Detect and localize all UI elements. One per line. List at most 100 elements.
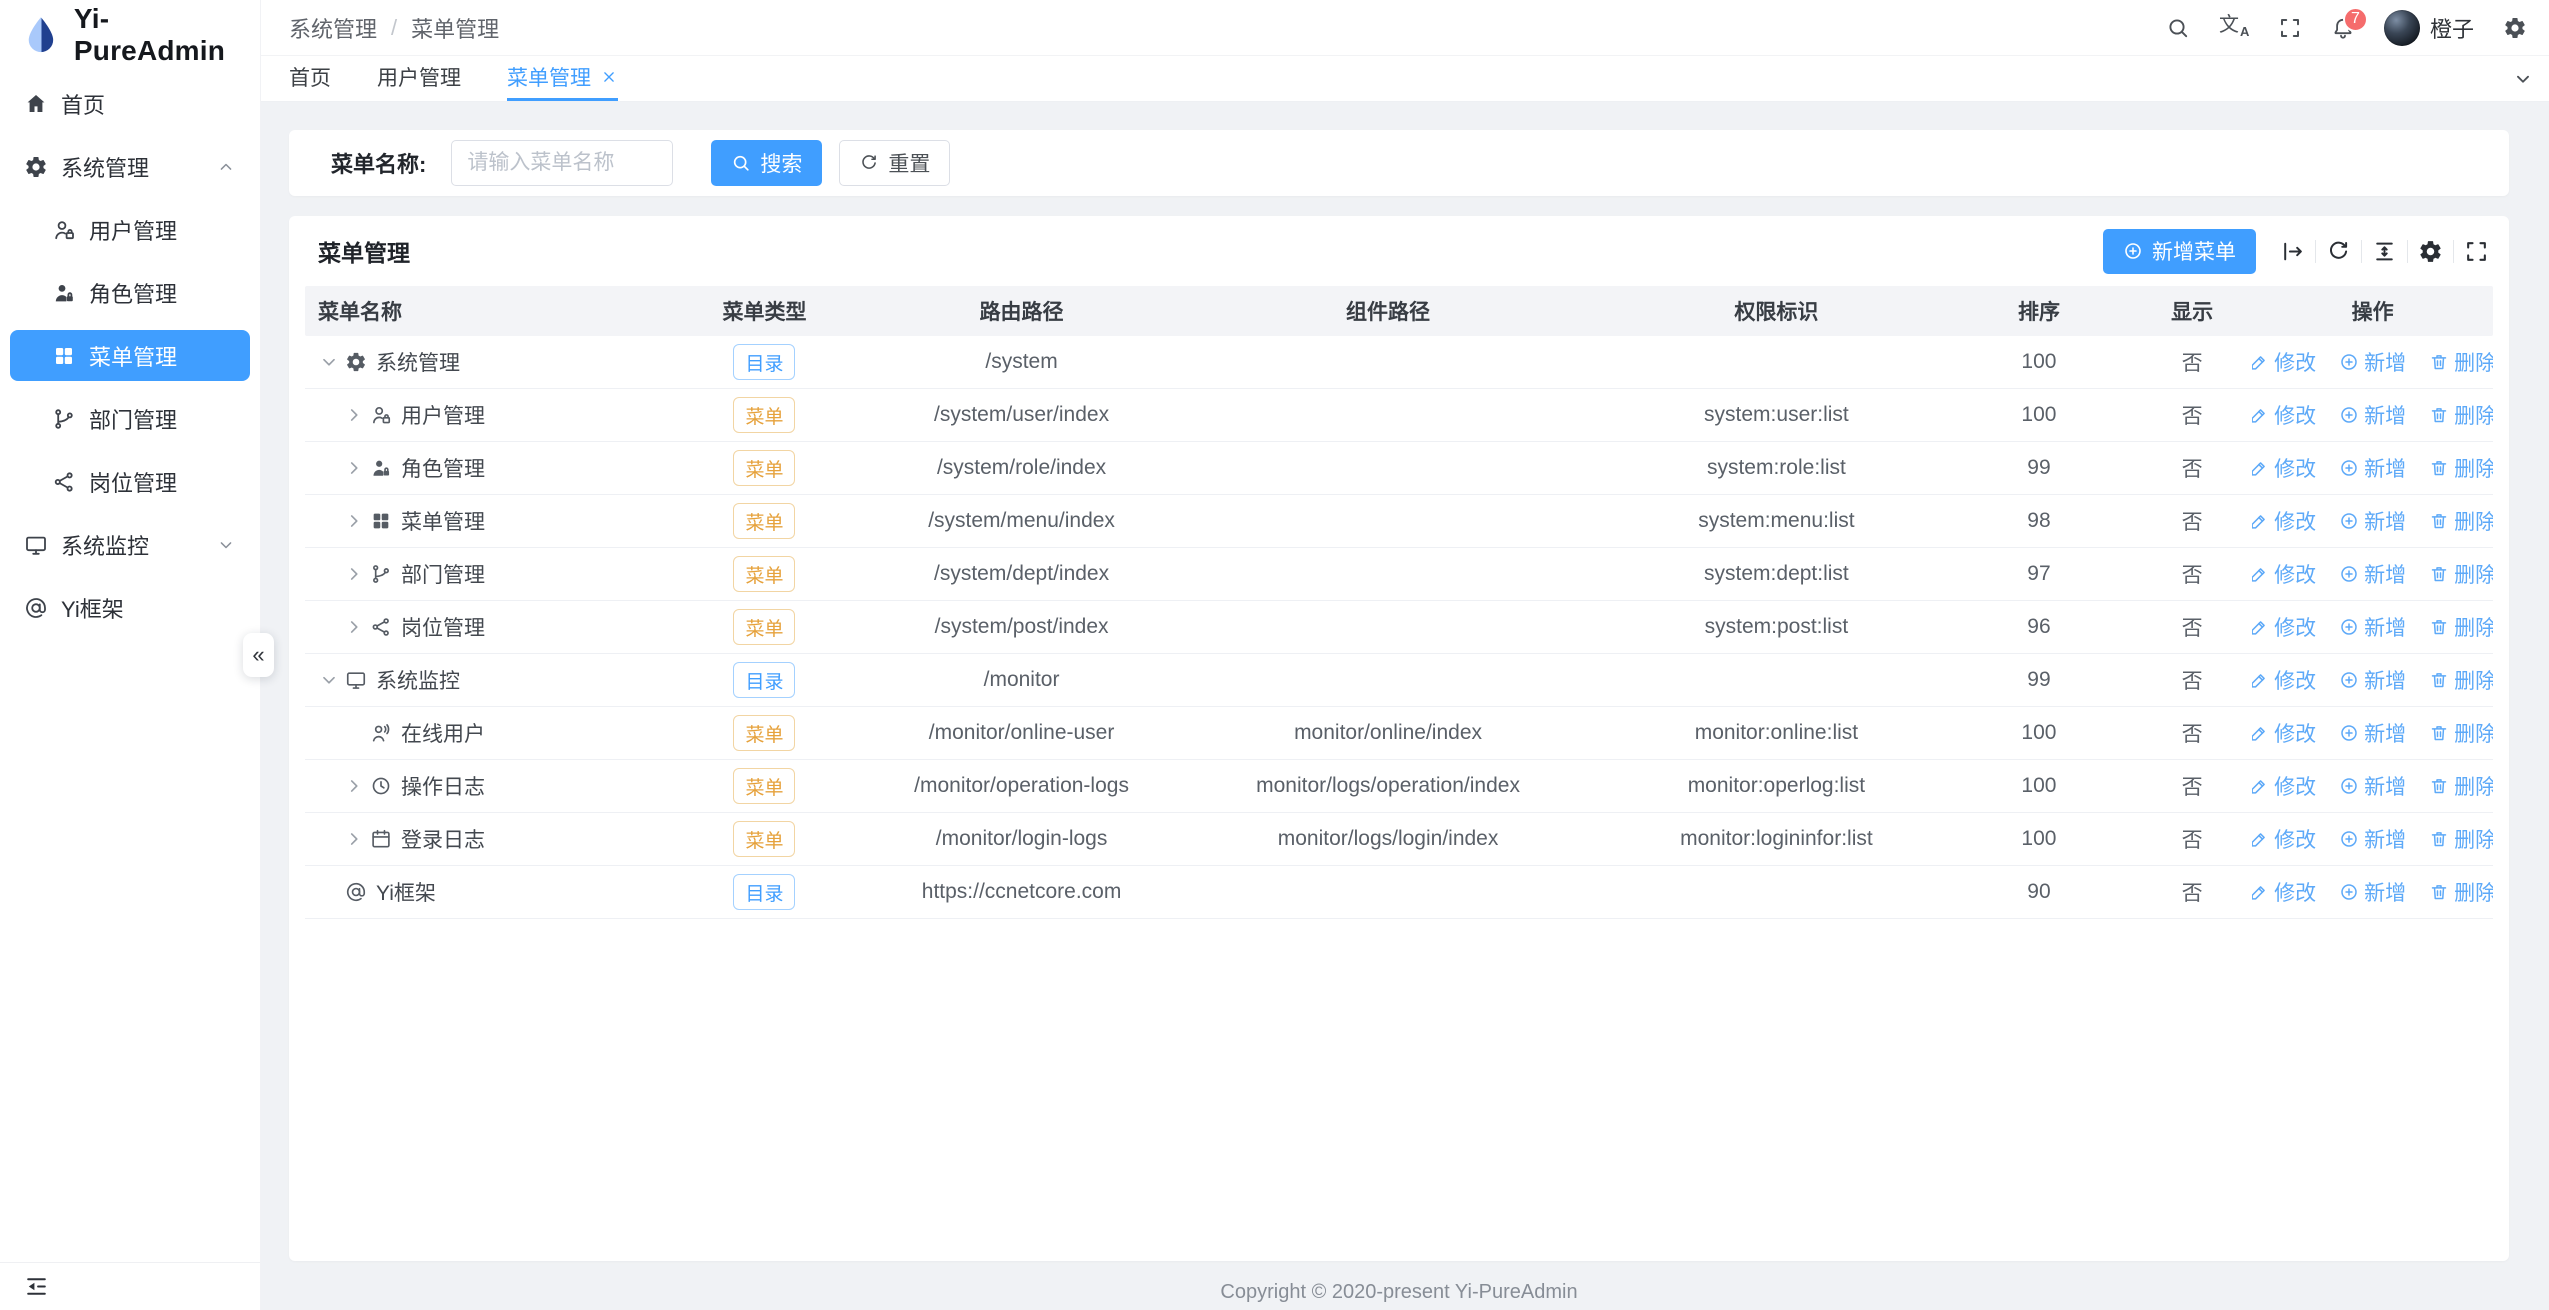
column-settings-gear-icon[interactable] [2418,239,2443,264]
delete-link[interactable]: 删除 [2429,400,2493,430]
add-link[interactable]: 新增 [2339,771,2406,801]
user-menu[interactable]: 橙子 [2384,10,2474,46]
plus-circle-icon [2339,723,2359,743]
sidebar-item-home[interactable]: 首页 [10,78,250,129]
sidebar-item-label: 系统监控 [61,529,149,561]
sidebar-item-system-management[interactable]: 系统管理 [10,141,250,192]
add-link[interactable]: 新增 [2339,824,2406,854]
settings-gear-icon[interactable] [2503,16,2527,40]
edit-link[interactable]: 修改 [2252,877,2316,907]
sidebar-item-yi-framework[interactable]: Yi框架 [10,582,250,633]
menu-name: 登录日志 [401,824,485,854]
row-expand-icon[interactable] [318,669,340,691]
row-expand-icon[interactable] [343,616,365,638]
sidebar-item-menu-management[interactable]: 菜单管理 [10,330,250,381]
delete-link[interactable]: 删除 [2429,559,2493,589]
table-row-dept: 部门管理 菜单 /system/dept/index system:dept:l… [305,548,2493,601]
sidebar-item-system-monitor[interactable]: 系统监控 [10,519,250,570]
edit-link[interactable]: 修改 [2252,559,2316,589]
add-link[interactable]: 新增 [2339,665,2406,695]
add-link[interactable]: 新增 [2339,400,2406,430]
breadcrumb-item[interactable]: 系统管理 [289,12,377,44]
close-icon[interactable] [600,68,618,86]
add-link[interactable]: 新增 [2339,347,2406,377]
tab-user[interactable]: 用户管理 [377,56,461,101]
add-link[interactable]: 新增 [2339,559,2406,589]
add-link[interactable]: 新增 [2339,718,2406,748]
row-expand-icon[interactable] [343,563,365,585]
sidebar-item-label: 菜单管理 [89,340,177,372]
delete-link[interactable]: 删除 [2429,506,2493,536]
edit-link[interactable]: 修改 [2252,771,2316,801]
notification-bell-icon[interactable]: 7 [2331,16,2355,40]
search-icon[interactable] [2166,16,2190,40]
edit-link[interactable]: 修改 [2252,612,2316,642]
menu-name-input[interactable] [451,140,673,186]
fullscreen-icon[interactable] [2278,16,2302,40]
sidebar-item-post-management[interactable]: 岗位管理 [10,456,250,507]
table-row-post: 岗位管理 菜单 /system/post/index system:post:l… [305,601,2493,654]
route-path-cell: /system/user/index [874,403,1169,427]
edit-link[interactable]: 修改 [2252,453,2316,483]
delete-link[interactable]: 删除 [2429,347,2493,377]
menu-type-cell: 菜单 [655,821,874,857]
delete-link[interactable]: 删除 [2429,824,2493,854]
edit-link[interactable]: 修改 [2252,665,2316,695]
export-icon[interactable] [2280,239,2305,264]
gear-icon [24,155,48,179]
row-expand-icon[interactable] [318,351,340,373]
sidebar-item-dept-management[interactable]: 部门管理 [10,393,250,444]
edit-link[interactable]: 修改 [2252,347,2316,377]
edit-link[interactable]: 修改 [2252,400,2316,430]
add-link[interactable]: 新增 [2339,506,2406,536]
at-icon [24,596,48,620]
table-header-row: 菜单名称菜单类型路由路径组件路径权限标识排序显示操作 [305,286,2493,336]
row-expand-icon[interactable] [343,775,365,797]
row-expand-icon[interactable] [343,510,365,532]
delete-link[interactable]: 删除 [2429,877,2493,907]
logo[interactable]: Yi-PureAdmin [0,0,260,64]
breadcrumb-item[interactable]: 菜单管理 [411,12,499,44]
menu-name: 岗位管理 [401,612,485,642]
sidebar-item-role-management[interactable]: 角色管理 [10,267,250,318]
delete-link[interactable]: 删除 [2429,718,2493,748]
search-panel: 菜单名称: 搜索 重置 [289,130,2509,196]
row-expand-icon[interactable] [343,457,365,479]
reset-button[interactable]: 重置 [839,140,950,186]
add-label: 新增 [2364,877,2406,907]
delete-link[interactable]: 删除 [2429,771,2493,801]
add-link[interactable]: 新增 [2339,877,2406,907]
add-link[interactable]: 新增 [2339,612,2406,642]
delete-link[interactable]: 删除 [2429,665,2493,695]
delete-label: 删除 [2454,665,2493,695]
component-path-cell: monitor/logs/login/index [1169,827,1607,851]
panel-collapse-button[interactable]: « [243,633,274,677]
main-area: 系统管理 / 菜单管理 文A 7 橙子 [261,0,2549,1310]
refresh-icon[interactable] [2326,239,2351,264]
search-button[interactable]: 搜索 [711,140,822,186]
row-expand-icon[interactable] [343,828,365,850]
delete-link[interactable]: 删除 [2429,453,2493,483]
expander-placeholder [343,722,365,744]
edit-link[interactable]: 修改 [2252,506,2316,536]
sidebar-item-user-management[interactable]: 用户管理 [10,204,250,255]
translate-icon[interactable]: 文A [2219,15,2249,41]
plus-circle-icon [2339,564,2359,584]
edit-label: 修改 [2274,877,2316,907]
tab-menu[interactable]: 菜单管理 [507,56,618,101]
tabs-dropdown-button[interactable] [2497,56,2549,101]
user-name: 橙子 [2430,12,2474,44]
row-expand-icon[interactable] [343,404,365,426]
delete-link[interactable]: 删除 [2429,612,2493,642]
edit-link[interactable]: 修改 [2252,718,2316,748]
add-link[interactable]: 新增 [2339,453,2406,483]
add-menu-button[interactable]: 新增菜单 [2103,229,2256,274]
collapse-sidebar-icon[interactable] [24,1274,49,1299]
menu-type-cell: 菜单 [655,556,874,592]
edit-link[interactable]: 修改 [2252,824,2316,854]
tab-home[interactable]: 首页 [289,56,331,101]
reset-button-label: 重置 [888,148,930,178]
route-path-cell: /monitor [874,668,1169,692]
row-density-icon[interactable] [2372,239,2397,264]
table-fullscreen-icon[interactable] [2464,239,2489,264]
